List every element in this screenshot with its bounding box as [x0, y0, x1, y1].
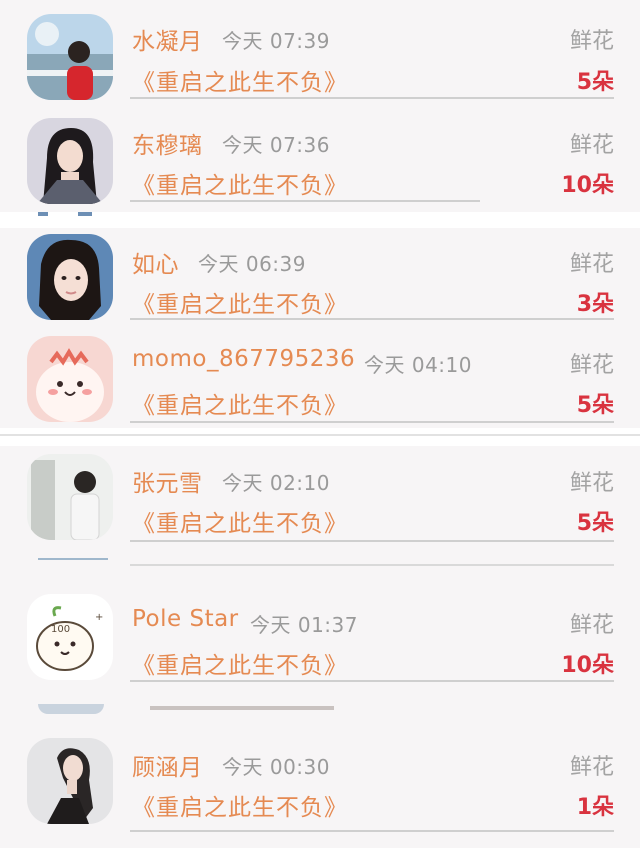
- gift-type-label: 鲜花: [569, 755, 614, 780]
- gift-type-label: 鲜花: [569, 353, 614, 378]
- gift-list-item[interactable]: 如心 今天 06:39 鲜花 《重启之此生不负》 3朵: [0, 228, 640, 328]
- gift-list-item[interactable]: 张元雪 今天 02:10 鲜花 《重启之此生不负》 5朵: [0, 446, 640, 550]
- row-divider: [130, 200, 480, 202]
- book-title-link[interactable]: 《重启之此生不负》: [132, 788, 348, 822]
- screenshot-seam: [0, 550, 640, 580]
- user-avatar[interactable]: [27, 14, 113, 100]
- gift-type-label: 鲜花: [569, 471, 614, 496]
- user-name[interactable]: 顾涵月: [132, 748, 203, 782]
- row-divider: [130, 97, 614, 99]
- gift-count: 5朵: [576, 511, 614, 536]
- user-name[interactable]: 东穆璃: [132, 126, 203, 160]
- gift-type-label: 鲜花: [569, 252, 614, 277]
- gift-type-label: 鲜花: [569, 29, 614, 54]
- gift-list-item[interactable]: momo_867795236 今天 04:10 鲜花 《重启之此生不负》 5朵: [0, 328, 640, 428]
- screenshot-seam: [0, 212, 640, 228]
- row-divider: [130, 830, 614, 832]
- gift-type-label: 鲜花: [569, 133, 614, 158]
- row-divider: [130, 680, 614, 682]
- timestamp: 今天 06:39: [198, 252, 306, 276]
- user-name[interactable]: 张元雪: [132, 464, 203, 498]
- gift-count: 5朵: [576, 70, 614, 95]
- user-avatar[interactable]: [27, 454, 113, 540]
- gift-count: 5朵: [576, 393, 614, 418]
- gift-list-item[interactable]: 100 + Pole Star 今天 01:37 鲜花 《重启之此生不负》 10…: [0, 580, 640, 700]
- book-title-link[interactable]: 《重启之此生不负》: [132, 386, 348, 420]
- gift-count: 3朵: [576, 292, 614, 317]
- timestamp: 今天 00:30: [222, 755, 330, 779]
- user-avatar[interactable]: [27, 738, 113, 824]
- gift-count: 10朵: [561, 173, 614, 198]
- gift-type-label: 鲜花: [569, 613, 614, 638]
- book-title-link[interactable]: 《重启之此生不负》: [132, 166, 348, 200]
- timestamp: 今天 02:10: [222, 471, 330, 495]
- user-name[interactable]: 如心: [132, 245, 179, 279]
- book-title-link[interactable]: 《重启之此生不负》: [132, 646, 348, 680]
- screenshot-seam: [0, 428, 640, 446]
- user-avatar[interactable]: [27, 234, 113, 320]
- user-name[interactable]: 水凝月: [132, 22, 203, 56]
- book-title-link[interactable]: 《重启之此生不负》: [132, 504, 348, 538]
- user-avatar[interactable]: [27, 118, 113, 204]
- gift-list-item[interactable]: 东穆璃 今天 07:36 鲜花 《重启之此生不负》 10朵: [0, 108, 640, 212]
- row-divider: [130, 318, 614, 320]
- gift-list-item[interactable]: 水凝月 今天 07:39 鲜花 《重启之此生不负》 5朵: [0, 0, 640, 108]
- svg-text:+: +: [95, 612, 103, 623]
- gift-list-item[interactable]: 顾涵月 今天 00:30 鲜花 《重启之此生不负》 1朵: [0, 722, 640, 848]
- timestamp: 今天 01:37: [250, 613, 358, 637]
- user-name[interactable]: momo_867795236: [132, 346, 355, 372]
- timestamp: 今天 04:10: [364, 353, 472, 377]
- row-divider: [130, 421, 614, 423]
- screenshot-seam: [0, 700, 640, 722]
- gift-count: 10朵: [561, 653, 614, 678]
- row-divider: [130, 540, 614, 542]
- timestamp: 今天 07:39: [222, 29, 330, 53]
- user-avatar[interactable]: 100 +: [27, 594, 113, 680]
- user-name[interactable]: Pole Star: [132, 606, 239, 632]
- user-avatar[interactable]: [27, 336, 113, 422]
- timestamp: 今天 07:36: [222, 133, 330, 157]
- book-title-link[interactable]: 《重启之此生不负》: [132, 285, 348, 319]
- svg-text:100: 100: [51, 624, 70, 635]
- gift-count: 1朵: [576, 795, 614, 820]
- book-title-link[interactable]: 《重启之此生不负》: [132, 63, 348, 97]
